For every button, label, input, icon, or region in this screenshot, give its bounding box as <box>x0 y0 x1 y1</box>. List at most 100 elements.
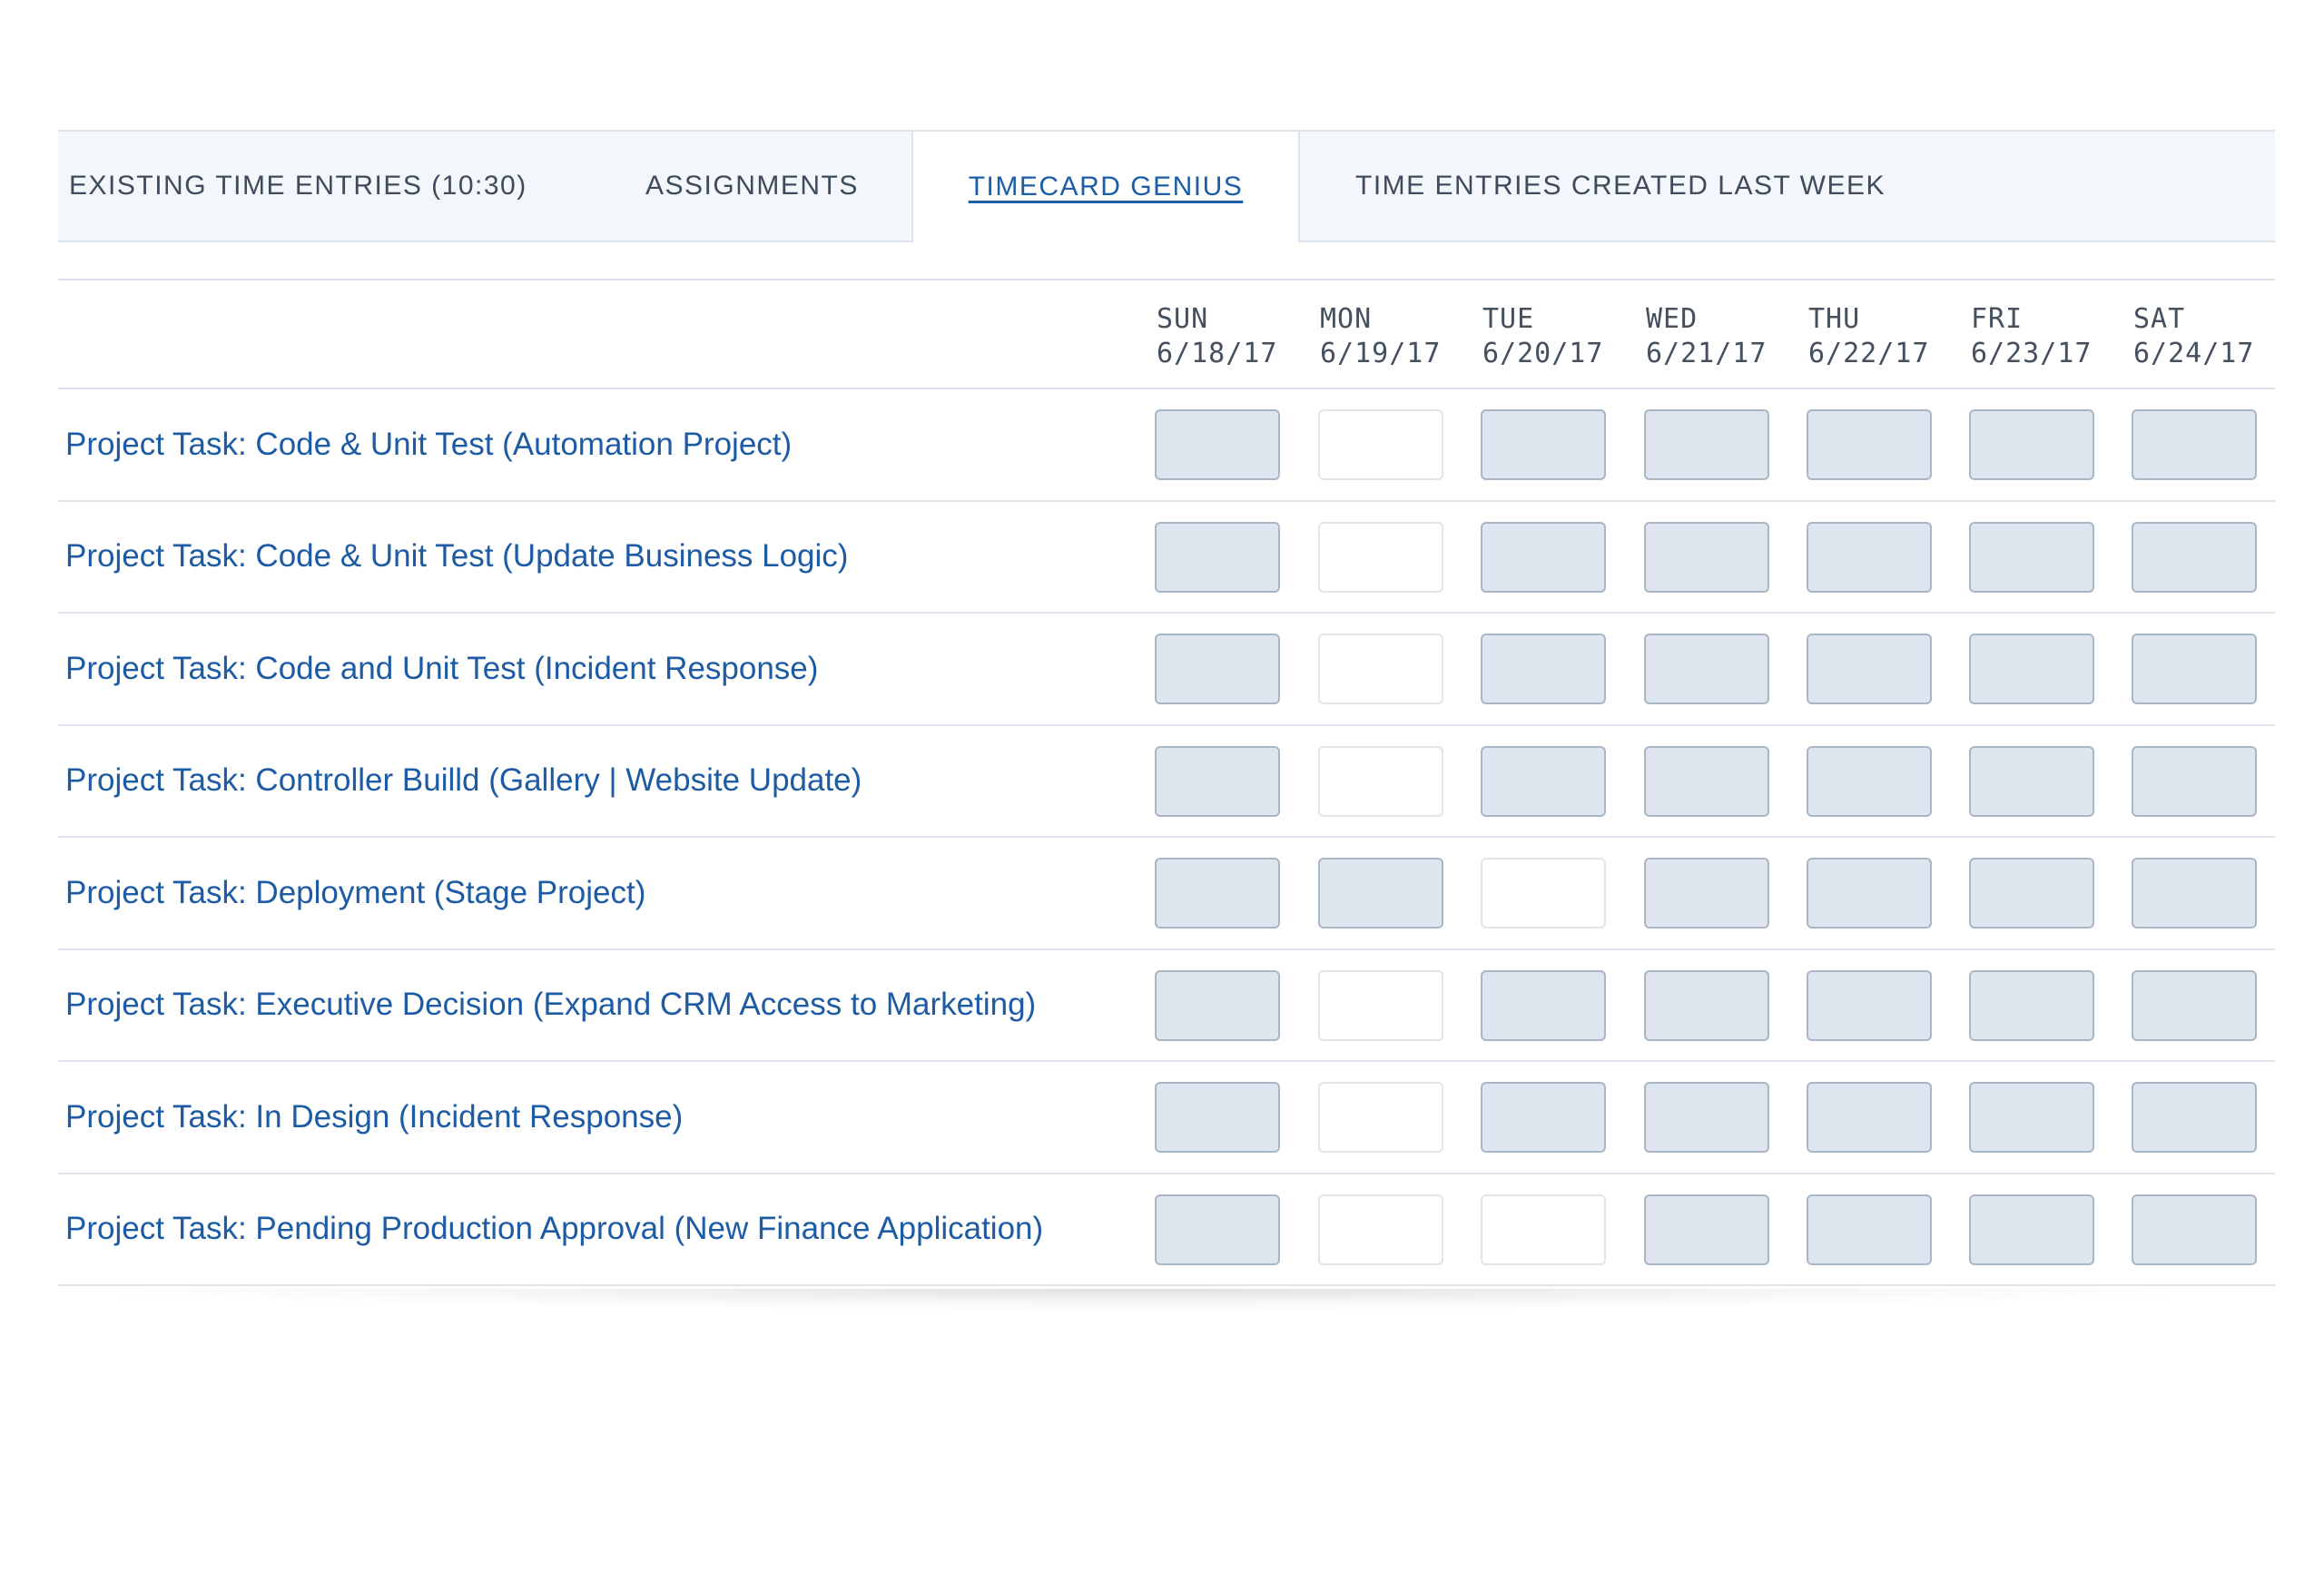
hours-input-thu[interactable] <box>1807 1082 1932 1153</box>
tab-label: TIMECARD GENIUS <box>968 172 1244 201</box>
hours-input-fri[interactable] <box>1969 1194 2094 1265</box>
hours-input-mon[interactable] <box>1318 1082 1443 1153</box>
hours-input-sun[interactable] <box>1155 969 1280 1041</box>
day-date: 6/24/17 <box>2133 338 2255 369</box>
hours-input-fri[interactable] <box>1969 745 2094 817</box>
hours-input-sat[interactable] <box>2132 858 2257 928</box>
hours-input-sat[interactable] <box>2132 1194 2257 1265</box>
hours-input-thu[interactable] <box>1807 1194 1932 1265</box>
day-name: WED <box>1646 303 1699 335</box>
day-header-sat: SAT 6/24/17 <box>2133 302 2254 371</box>
hours-input-mon[interactable] <box>1318 521 1443 593</box>
hours-input-thu[interactable] <box>1807 969 1932 1041</box>
task-link[interactable]: Project Task: Code & Unit Test (Automati… <box>65 389 792 499</box>
day-name: FRI <box>1971 303 2024 335</box>
hours-input-mon[interactable] <box>1318 634 1443 704</box>
hours-input-tue[interactable] <box>1481 409 1606 480</box>
task-link[interactable]: Project Task: Pending Production Approva… <box>65 1174 1043 1284</box>
task-link[interactable]: Project Task: Deployment (Stage Project) <box>65 838 645 948</box>
hours-input-sun[interactable] <box>1155 858 1280 928</box>
hours-input-mon[interactable] <box>1318 969 1443 1041</box>
hours-input-fri[interactable] <box>1969 858 2094 928</box>
table-row: Project Task: Controller Builld (Gallery… <box>58 726 2275 838</box>
hours-input-sun[interactable] <box>1155 409 1280 480</box>
hours-input-sat[interactable] <box>2132 1082 2257 1153</box>
table-row: Project Task: Executive Decision (Expand… <box>58 950 2275 1062</box>
hours-input-sun[interactable] <box>1155 745 1280 817</box>
day-date: 6/19/17 <box>1320 338 1442 369</box>
day-header-tue: TUE 6/20/17 <box>1482 302 1603 371</box>
hours-input-tue[interactable] <box>1481 521 1606 593</box>
hours-input-fri[interactable] <box>1969 969 2094 1041</box>
hours-input-thu[interactable] <box>1807 521 1932 593</box>
day-name: MON <box>1320 303 1373 335</box>
hours-input-tue[interactable] <box>1481 745 1606 817</box>
hours-input-wed[interactable] <box>1644 521 1769 593</box>
hours-input-thu[interactable] <box>1807 858 1932 928</box>
day-date: 6/22/17 <box>1808 338 1930 369</box>
hours-input-wed[interactable] <box>1644 634 1769 704</box>
hours-input-wed[interactable] <box>1644 1194 1769 1265</box>
day-name: TUE <box>1482 303 1535 335</box>
hours-input-mon[interactable] <box>1318 858 1443 928</box>
day-name: SAT <box>2133 303 2186 335</box>
day-header-fri: FRI 6/23/17 <box>1971 302 2092 371</box>
table-row: Project Task: Code & Unit Test (Update B… <box>58 502 2275 614</box>
day-header-sun: SUN 6/18/17 <box>1157 302 1277 371</box>
day-header-row: SUN 6/18/17 MON 6/19/17 TUE 6/20/17 WED 6/21/17… <box>58 280 2275 389</box>
hours-input-sat[interactable] <box>2132 409 2257 480</box>
table-row: Project Task: In Design (Incident Respon… <box>58 1062 2275 1174</box>
hours-input-sat[interactable] <box>2132 521 2257 593</box>
table-row: Project Task: Code and Unit Test (Incide… <box>58 614 2275 726</box>
tab-bar: EXISTING TIME ENTRIES (10:30) ASSIGNMENT… <box>58 130 2275 242</box>
hours-input-wed[interactable] <box>1644 858 1769 928</box>
hours-input-sat[interactable] <box>2132 745 2257 817</box>
table-row: Project Task: Pending Production Approva… <box>58 1174 2275 1286</box>
hours-input-wed[interactable] <box>1644 745 1769 817</box>
hours-input-tue[interactable] <box>1481 969 1606 1041</box>
hours-input-sun[interactable] <box>1155 634 1280 704</box>
hours-input-sat[interactable] <box>2132 969 2257 1041</box>
task-link[interactable]: Project Task: Code & Unit Test (Update B… <box>65 502 848 612</box>
task-link[interactable]: Project Task: Controller Builld (Gallery… <box>65 726 862 836</box>
hours-input-wed[interactable] <box>1644 969 1769 1041</box>
hours-input-sat[interactable] <box>2132 634 2257 704</box>
hours-input-tue[interactable] <box>1481 858 1606 928</box>
hours-input-sun[interactable] <box>1155 1082 1280 1153</box>
day-header-thu: THU 6/22/17 <box>1808 302 1929 371</box>
hours-input-mon[interactable] <box>1318 1194 1443 1265</box>
day-date: 6/23/17 <box>1971 338 2093 369</box>
timecard-grid: SUN 6/18/17 MON 6/19/17 TUE 6/20/17 WED 6/21/17… <box>58 279 2275 1286</box>
hours-input-tue[interactable] <box>1481 634 1606 704</box>
tab-existing-time-entries[interactable]: EXISTING TIME ENTRIES (10:30) <box>69 132 527 241</box>
hours-input-fri[interactable] <box>1969 409 2094 480</box>
hours-input-mon[interactable] <box>1318 745 1443 817</box>
tab-label: EXISTING TIME ENTRIES (10:30) <box>69 171 527 201</box>
day-date: 6/21/17 <box>1646 338 1768 369</box>
hours-input-tue[interactable] <box>1481 1082 1606 1153</box>
tab-time-entries-last-week[interactable]: TIME ENTRIES CREATED LAST WEEK <box>1355 132 1886 241</box>
tab-assignments[interactable]: ASSIGNMENTS <box>645 132 859 241</box>
timecard-panel: EXISTING TIME ENTRIES (10:30) ASSIGNMENT… <box>58 130 2275 1286</box>
hours-input-mon[interactable] <box>1318 409 1443 480</box>
hours-input-fri[interactable] <box>1969 521 2094 593</box>
table-row: Project Task: Deployment (Stage Project) <box>58 838 2275 950</box>
hours-input-wed[interactable] <box>1644 1082 1769 1153</box>
table-row: Project Task: Code & Unit Test (Automati… <box>58 389 2275 502</box>
day-header-mon: MON 6/19/17 <box>1320 302 1441 371</box>
hours-input-thu[interactable] <box>1807 634 1932 704</box>
hours-input-fri[interactable] <box>1969 634 2094 704</box>
task-link[interactable]: Project Task: Executive Decision (Expand… <box>65 950 1036 1060</box>
hours-input-thu[interactable] <box>1807 409 1932 480</box>
hours-input-fri[interactable] <box>1969 1082 2094 1153</box>
hours-input-wed[interactable] <box>1644 409 1769 480</box>
task-link[interactable]: Project Task: Code and Unit Test (Incide… <box>65 614 818 723</box>
hours-input-tue[interactable] <box>1481 1194 1606 1265</box>
hours-input-sun[interactable] <box>1155 521 1280 593</box>
task-link[interactable]: Project Task: In Design (Incident Respon… <box>65 1062 683 1172</box>
day-date: 6/18/17 <box>1157 338 1278 369</box>
hours-input-thu[interactable] <box>1807 745 1932 817</box>
hours-input-sun[interactable] <box>1155 1194 1280 1265</box>
day-name: SUN <box>1157 303 1209 335</box>
tab-timecard-genius[interactable]: TIMECARD GENIUS <box>911 130 1300 242</box>
